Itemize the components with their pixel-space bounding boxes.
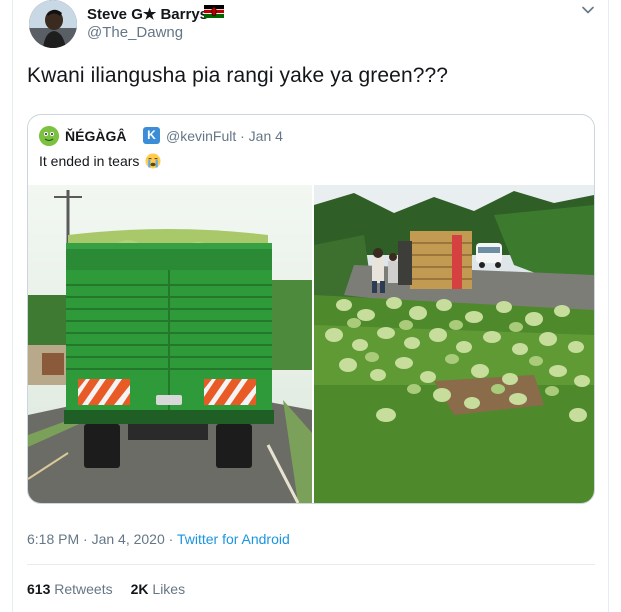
tweet-card: Steve G★ Barrys @The_Dawng Kwani iliangu…: [12, 0, 609, 612]
retweets-count: 613: [27, 581, 51, 597]
quoted-handle-date: @kevinFult · Jan 4: [166, 128, 283, 144]
retweets-stat[interactable]: 613 Retweets: [27, 581, 113, 597]
spilled-cabbages-photo[interactable]: [314, 185, 594, 503]
author-handle[interactable]: @The_Dawng: [87, 24, 183, 41]
divider: [27, 564, 595, 565]
truck-photo[interactable]: [28, 185, 312, 503]
chevron-down-icon[interactable]: [580, 2, 596, 18]
tweet-meta: 6:18 PM · Jan 4, 2020 · Twitter for Andr…: [27, 531, 290, 547]
crying-face-emoji-icon: [145, 153, 161, 169]
author-display-name[interactable]: Steve G★ Barrys: [87, 5, 208, 23]
likes-stat[interactable]: 2K Likes: [131, 581, 185, 597]
quoted-tweet[interactable]: ŇÉGÀGÂ K @kevinFult · Jan 4 It ended in …: [27, 114, 595, 504]
quoted-badge: K: [143, 127, 160, 144]
quoted-avatar: [39, 126, 59, 146]
author-avatar[interactable]: [29, 0, 77, 48]
tweet-source-link[interactable]: Twitter for Android: [177, 531, 290, 547]
tweet-stats: 613 Retweets 2K Likes: [27, 581, 185, 597]
tweet-text: Kwani iliangusha pia rangi yake ya green…: [27, 64, 449, 87]
quoted-text-content: It ended in tears: [39, 153, 140, 169]
quoted-text: It ended in tears: [39, 153, 161, 169]
tweet-timestamp[interactable]: 6:18 PM · Jan 4, 2020 ·: [27, 531, 177, 547]
likes-label: Likes: [152, 581, 186, 597]
quoted-media[interactable]: [28, 185, 594, 503]
kenya-flag-icon: [204, 5, 224, 18]
retweets-label: Retweets: [54, 581, 113, 597]
likes-count: 2K: [130, 581, 149, 597]
quoted-display-name: ŇÉGÀGÂ: [65, 128, 127, 144]
